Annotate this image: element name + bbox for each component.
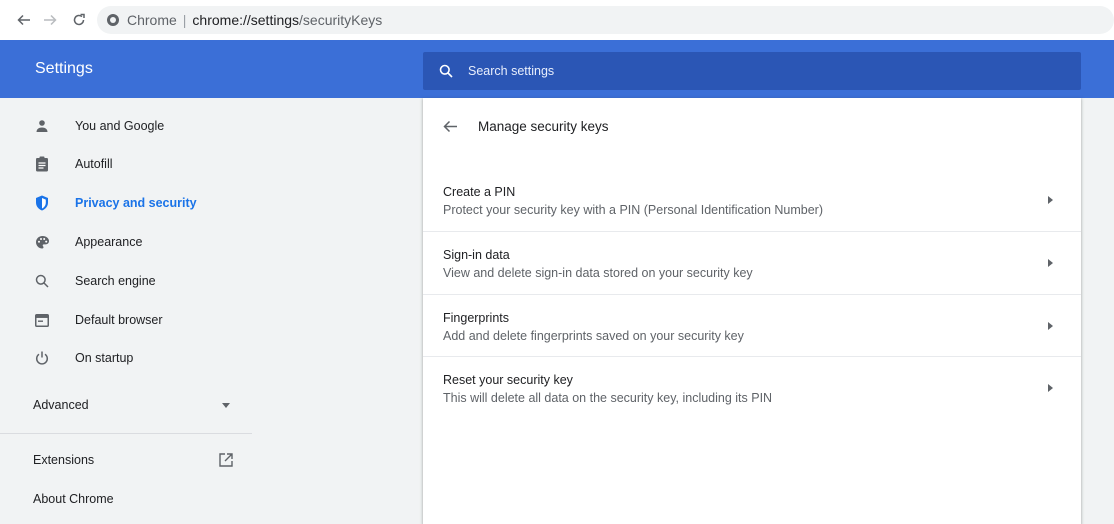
address-bar[interactable]: Chrome | chrome://settings/securityKeys bbox=[96, 6, 1114, 34]
about-label: About Chrome bbox=[33, 492, 114, 506]
sidebar-item-label: On startup bbox=[75, 351, 134, 365]
origin-label: Chrome bbox=[126, 12, 177, 28]
open-in-new-icon bbox=[219, 453, 233, 467]
sidebar-item-default-browser[interactable]: Default browser bbox=[0, 301, 252, 339]
person-icon bbox=[33, 117, 51, 135]
row-title: Sign-in data bbox=[443, 248, 510, 262]
row-title: Create a PIN bbox=[443, 185, 516, 199]
sidebar-item-you-and-google[interactable]: You and Google bbox=[0, 107, 252, 145]
search-input[interactable] bbox=[468, 64, 1028, 78]
back-button[interactable] bbox=[14, 9, 34, 31]
row-reset-security-key[interactable]: Reset your security key This will delete… bbox=[423, 356, 1081, 419]
sidebar-item-label: Default browser bbox=[75, 313, 163, 327]
sidebar-item-appearance[interactable]: Appearance bbox=[0, 223, 252, 261]
page-title: Settings bbox=[35, 60, 93, 77]
search-icon bbox=[438, 63, 454, 79]
sidebar-advanced-toggle[interactable]: Advanced bbox=[0, 388, 252, 422]
sidebar: You and Google Autofill Privacy and secu… bbox=[0, 98, 252, 524]
palette-icon bbox=[33, 233, 51, 251]
clipboard-icon bbox=[33, 155, 51, 173]
reload-button[interactable] bbox=[69, 9, 89, 31]
search-box[interactable] bbox=[423, 52, 1081, 90]
shield-icon bbox=[33, 194, 51, 212]
sidebar-item-label: Autofill bbox=[75, 157, 113, 171]
advanced-label: Advanced bbox=[33, 398, 89, 412]
chevron-right-icon bbox=[1048, 384, 1053, 392]
sidebar-item-label: Privacy and security bbox=[75, 196, 197, 210]
forward-button[interactable] bbox=[40, 9, 60, 31]
chrome-icon bbox=[106, 14, 119, 26]
card-title: Manage security keys bbox=[478, 119, 609, 134]
card-header: Manage security keys bbox=[423, 98, 1081, 158]
url-path: /securityKeys bbox=[299, 12, 383, 28]
chevron-right-icon bbox=[1048, 196, 1053, 204]
sidebar-item-label: You and Google bbox=[75, 119, 165, 133]
reload-icon bbox=[73, 13, 85, 26]
sidebar-item-privacy-and-security[interactable]: Privacy and security bbox=[0, 184, 252, 222]
sidebar-item-label: Appearance bbox=[75, 235, 143, 249]
url-host: chrome://settings bbox=[192, 12, 300, 28]
chevron-right-icon bbox=[1048, 259, 1053, 267]
sidebar-item-about-chrome[interactable]: About Chrome bbox=[0, 482, 252, 516]
sidebar-item-label: Search engine bbox=[75, 274, 156, 288]
search-icon bbox=[33, 272, 51, 290]
row-subtitle: View and delete sign-in data stored on y… bbox=[443, 266, 753, 280]
row-subtitle: This will delete all data on the securit… bbox=[443, 391, 773, 405]
sidebar-divider bbox=[0, 433, 252, 434]
arrow-left-icon bbox=[17, 14, 31, 26]
arrow-right-icon bbox=[44, 14, 58, 26]
row-sign-in-data[interactable]: Sign-in data View and delete sign-in dat… bbox=[423, 231, 1081, 294]
row-title: Fingerprints bbox=[443, 311, 509, 325]
power-icon bbox=[33, 349, 51, 367]
chevron-right-icon bbox=[1048, 322, 1053, 330]
sidebar-item-search-engine[interactable]: Search engine bbox=[0, 262, 252, 300]
row-title: Reset your security key bbox=[443, 373, 573, 387]
origin-separator: | bbox=[182, 12, 187, 28]
row-subtitle: Add and delete fingerprints saved on you… bbox=[443, 329, 744, 343]
row-create-pin[interactable]: Create a PIN Protect your security key w… bbox=[423, 169, 1081, 232]
sidebar-item-autofill[interactable]: Autofill bbox=[0, 145, 252, 183]
back-arrow-icon[interactable] bbox=[441, 117, 459, 135]
browser-window-icon bbox=[33, 311, 51, 329]
row-subtitle: Protect your security key with a PIN (Pe… bbox=[443, 203, 824, 217]
sidebar-item-on-startup[interactable]: On startup bbox=[0, 339, 252, 377]
browser-toolbar: Chrome | chrome://settings/securityKeys bbox=[0, 0, 1114, 40]
row-fingerprints[interactable]: Fingerprints Add and delete fingerprints… bbox=[423, 294, 1081, 357]
settings-header: Settings bbox=[0, 40, 1114, 98]
security-keys-card: Manage security keys Create a PIN Protec… bbox=[423, 98, 1081, 524]
sidebar-item-extensions[interactable]: Extensions bbox=[0, 443, 252, 477]
chevron-down-icon bbox=[222, 403, 230, 408]
extensions-label: Extensions bbox=[33, 453, 95, 467]
